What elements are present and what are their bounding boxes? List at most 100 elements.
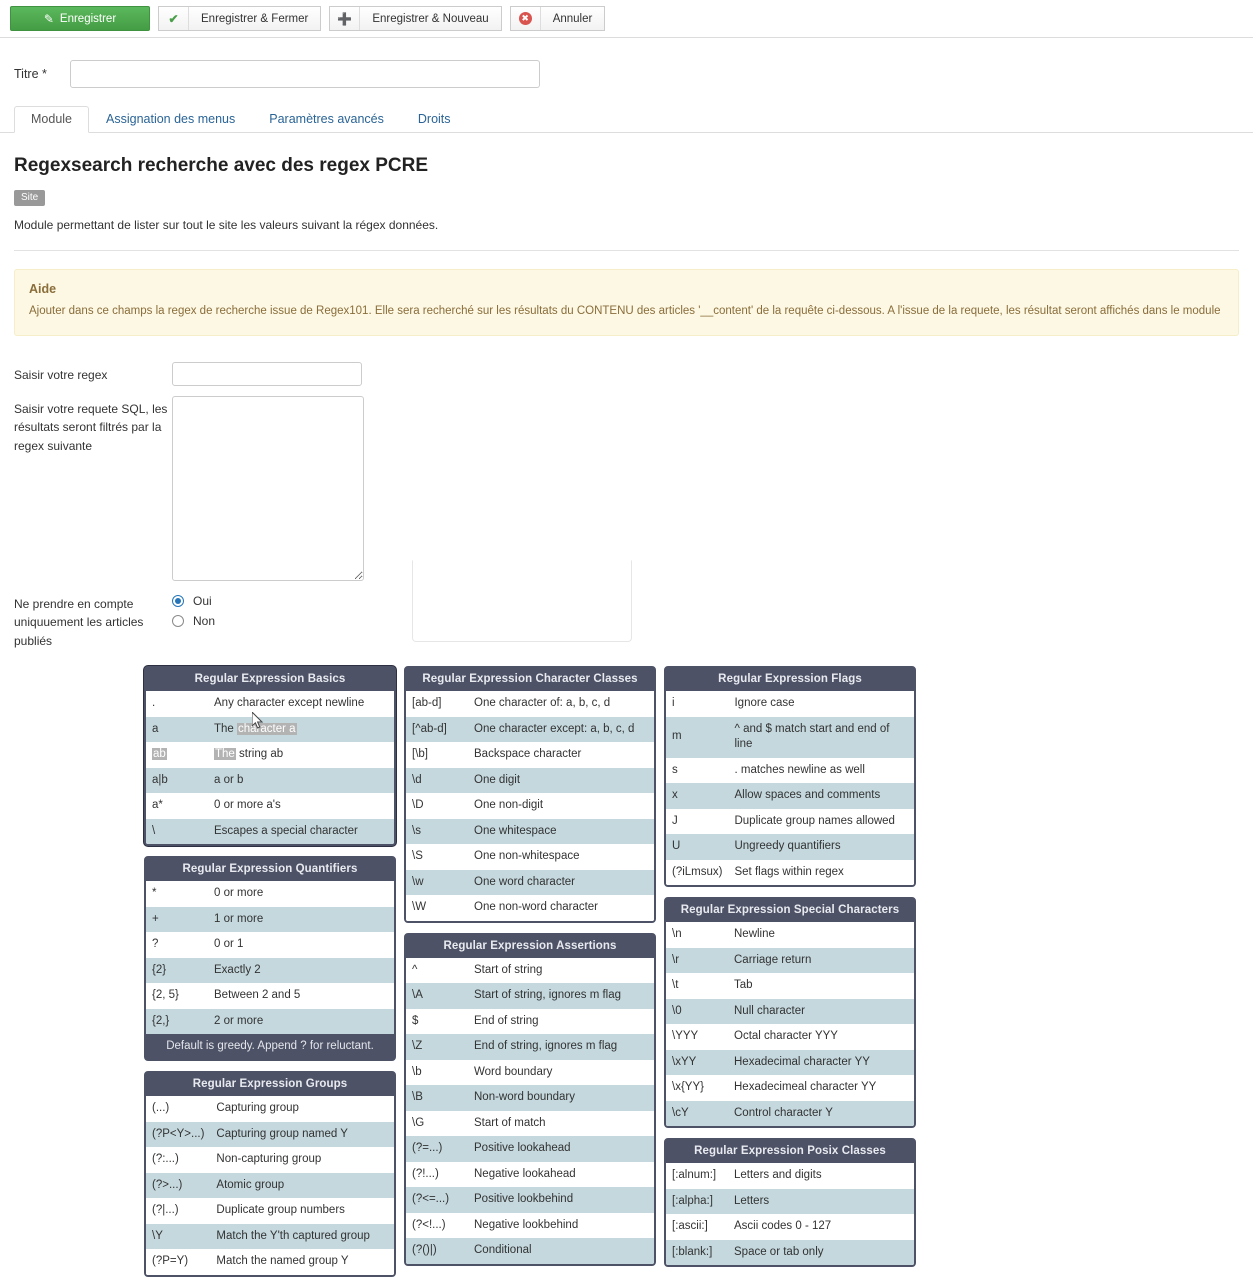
table-row: \W One non-word character xyxy=(406,895,654,921)
cell-pattern: ^ xyxy=(412,963,418,976)
help-alert: Aide Ajouter dans ce champs la regex de … xyxy=(14,269,1239,336)
card-groups-title: Regular Expression Groups xyxy=(192,1078,348,1091)
table-row: (?<=...) Positive lookbehind xyxy=(406,1187,654,1213)
cell-pattern: $ xyxy=(412,1014,419,1027)
module-description: Module permettant de lister sur tout le … xyxy=(14,218,439,232)
table-row: \0 Null character xyxy=(666,998,914,1025)
cell-pattern: \A xyxy=(412,989,423,1002)
cell-pattern: \b xyxy=(412,1065,422,1078)
tab-advanced-parameters[interactable]: Paramètres avancés xyxy=(252,106,401,133)
cell-description: 0 or 1 xyxy=(214,938,244,951)
cell-pattern: + xyxy=(152,912,159,925)
cell-description: Between 2 and 5 xyxy=(214,989,301,1002)
cell-description: Conditional xyxy=(474,1244,532,1257)
save-and-close-button[interactable]: ✔ Enregistrer & Fermer xyxy=(158,6,322,31)
radio-non-label: Non xyxy=(193,613,216,628)
tab-rights[interactable]: Droits xyxy=(401,106,468,133)
table-row: \Y Match the Y'th captured group xyxy=(146,1223,394,1250)
radio-oui-label: Oui xyxy=(193,593,212,608)
save-and-new-button[interactable]: ➕ Enregistrer & Nouveau xyxy=(329,6,502,31)
cell-description: Positive lookbehind xyxy=(474,1193,574,1206)
radio-oui-icon[interactable] xyxy=(172,594,184,607)
cell-pattern: s xyxy=(672,763,678,776)
sql-textarea[interactable] xyxy=(172,395,364,581)
cell-description: ^ and $ match start and end of line xyxy=(734,722,890,751)
help-alert-body: Ajouter dans ce champs la regex de reche… xyxy=(29,305,1221,317)
cancel-button[interactable]: ✖ Annuler xyxy=(509,6,606,31)
table-row: \Z End of string, ignores m flag xyxy=(406,1034,654,1060)
cell-pattern: (?|...) xyxy=(152,1204,179,1217)
cell-description: 0 or more xyxy=(214,887,264,900)
cheatsheet-column-3: Regular Expression Flags i Ignore case m ^ … xyxy=(664,666,916,1277)
card-regex-quantifiers: Regular Expression Quantifiers * 0 or mor… xyxy=(144,856,396,1062)
cell-description: Start of string xyxy=(474,963,543,976)
cell-description: End of string xyxy=(474,1014,539,1027)
cell-description: One non-word character xyxy=(474,901,599,914)
regex-input[interactable] xyxy=(172,361,362,386)
save-icon: ✎ xyxy=(43,11,54,26)
card-character-classes-title: Regular Expression Character Classes xyxy=(422,673,638,685)
cell-pattern: \r xyxy=(672,953,680,966)
cell-description: Escapes a special character xyxy=(214,824,358,837)
card-regex-flags: Regular Expression Flags i Ignore case m ^ … xyxy=(664,666,916,888)
table-row: \xYY Hexadecimal character YY xyxy=(666,1049,914,1076)
table-flags: i Ignore case m ^ and $ match start and end… xyxy=(666,691,914,886)
table-basics: . Any character except newline a The charac… xyxy=(146,691,394,845)
tab-module[interactable]: Module xyxy=(14,106,89,133)
cell-description: 2 or more xyxy=(214,1014,264,1027)
cell-pattern: \ xyxy=(152,824,156,837)
plus-icon: ➕ xyxy=(330,7,361,30)
title-input[interactable] xyxy=(70,60,540,88)
cell-description: Start of match xyxy=(474,1116,546,1129)
text-selection: character a xyxy=(237,722,297,735)
cell-pattern: \w xyxy=(412,875,424,888)
published-field-label: Ne prendre en compte uniquuement les art… xyxy=(14,596,144,648)
cell-pattern: U xyxy=(672,840,681,853)
tab-menu-assignment[interactable]: Assignation des menus xyxy=(89,106,252,133)
cell-description: Carriage return xyxy=(734,953,812,966)
cell-pattern: a|b xyxy=(152,773,168,786)
save-new-button-group: ➕ Enregistrer & Nouveau xyxy=(329,6,502,31)
page-title: Regexsearch recherche avec des regex PCR… xyxy=(14,155,429,176)
cell-description: Atomic group xyxy=(216,1178,285,1191)
table-row: U Ungreedy quantifiers xyxy=(666,834,914,860)
tab-bar: Module Assignation des menus Paramètres … xyxy=(0,106,1253,133)
cell-pattern: i xyxy=(672,697,675,709)
table-row: [:blank:] Space or tab only xyxy=(666,1239,914,1266)
cell-pattern: . xyxy=(152,697,156,709)
radio-option-oui[interactable]: Oui xyxy=(172,594,215,608)
cell-pattern: \x{YY} xyxy=(672,1081,704,1094)
radio-option-non[interactable]: Non xyxy=(172,614,215,628)
card-flags-title: Regular Expression Flags xyxy=(718,673,862,685)
cell-description: Newline xyxy=(734,928,775,941)
table-special-characters: \n Newline \r Carriage return \t Tab \0 Null ch… xyxy=(666,922,914,1127)
cell-description: Capturing group named Y xyxy=(216,1127,348,1140)
save-button[interactable]: ✎ Enregistrer xyxy=(10,6,150,31)
cell-pattern: (?:...) xyxy=(152,1153,179,1166)
save-and-close-label: Enregistrer & Fermer xyxy=(201,12,309,25)
table-row: \t Tab xyxy=(666,973,914,999)
cell-pattern: {2, 5} xyxy=(152,989,179,1002)
cell-description: Word boundary xyxy=(474,1065,553,1078)
cell-description: One digit xyxy=(474,773,521,786)
cell-description: . matches newline as well xyxy=(734,763,865,776)
table-row: +1 or more xyxy=(146,906,394,933)
table-row: [:ascii:] Ascii codes 0 - 127 xyxy=(666,1214,914,1240)
check-icon: ✔ xyxy=(159,7,189,30)
title-field-label: Titre * xyxy=(14,67,47,81)
cell-pattern: (?<!...) xyxy=(412,1218,446,1231)
cell-pattern: [:ascii:] xyxy=(672,1220,708,1233)
table-row: \r Carriage return xyxy=(666,947,914,974)
cancel-icon-wrap: ✖ xyxy=(511,7,541,30)
cell-pattern: [^ab-d] xyxy=(412,722,447,735)
sql-field-label: Saisir votre requete SQL, les résultats … xyxy=(14,401,168,453)
table-row: . Any character except newline xyxy=(146,691,394,717)
radio-non-icon[interactable] xyxy=(172,614,184,627)
table-row: \s One whitespace xyxy=(406,818,654,845)
regex-field-row: Saisir votre regex xyxy=(14,361,1253,386)
table-row: \cY Control character Y xyxy=(666,1100,914,1127)
toolbar: ✎ Enregistrer ✔ Enregistrer & Fermer ➕ E… xyxy=(0,0,1253,38)
cell-pattern: \D xyxy=(412,799,424,812)
table-row: \S One non-whitespace xyxy=(406,844,654,870)
cell-description: One character of: a, b, c, d xyxy=(474,697,611,709)
